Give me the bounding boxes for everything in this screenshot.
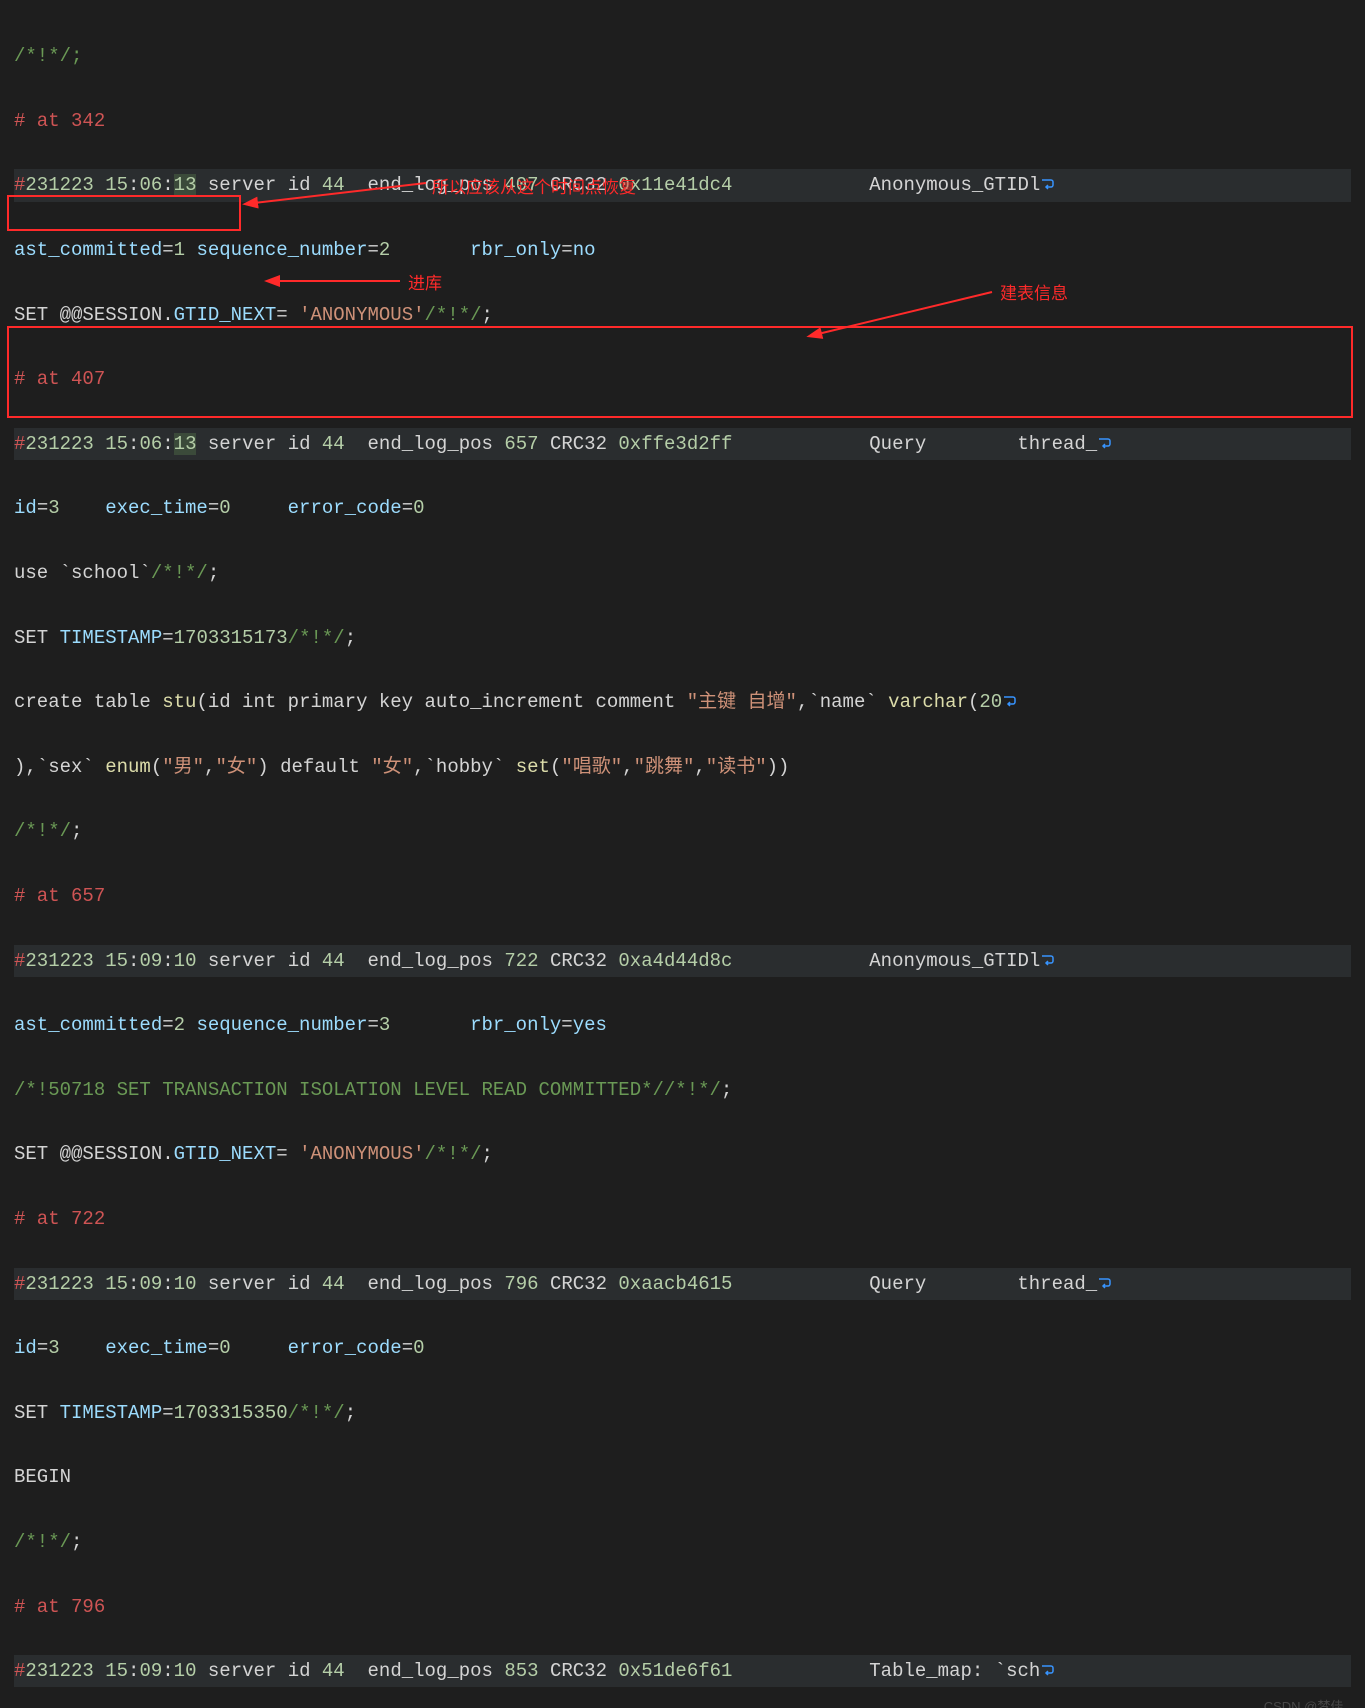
code-line: #231223 15:06:13 server id 44 end_log_po… [14,169,1351,201]
code-line: /*!50718 SET TRANSACTION ISOLATION LEVEL… [14,1074,1351,1106]
code-editor[interactable]: /*!*/; # at 342 #231223 15:06:13 server … [0,0,1365,1708]
code-line: SET TIMESTAMP=1703315350/*!*/; [14,1397,1351,1429]
wrap-icon [1002,694,1016,708]
code-line: # at 657 [14,880,1351,912]
code-line: ),`sex` enum("男","女") default "女",`hobby… [14,751,1351,783]
code-line: #231223 15:09:10 server id 44 end_log_po… [14,1268,1351,1300]
code-line: SET TIMESTAMP=1703315173/*!*/; [14,622,1351,654]
code-line: ast_committed=1 sequence_number=2 rbr_on… [14,234,1351,266]
code-line: # at 342 [14,105,1351,137]
code-line: BEGIN [14,1461,1351,1493]
code-line: # at 407 [14,363,1351,395]
code-line: # at 722 [14,1203,1351,1235]
code-line: /*!*/; [14,1526,1351,1558]
code-line: ast_committed=2 sequence_number=3 rbr_on… [14,1009,1351,1041]
code-line: SET @@SESSION.GTID_NEXT= 'ANONYMOUS'/*!*… [14,1138,1351,1170]
code-line: #231223 15:09:10 server id 44 end_log_po… [14,945,1351,977]
code-line: #231223 15:06:13 server id 44 end_log_po… [14,428,1351,460]
wrap-icon [1040,953,1054,967]
wrap-icon [1040,177,1054,191]
code-line: # at 796 [14,1591,1351,1623]
code-line: /*!*/; [14,815,1351,847]
code-line: /*!*/; [14,40,1351,72]
code-line: #231223 15:09:10 server id 44 end_log_po… [14,1655,1351,1687]
code-line: use `school`/*!*/; [14,557,1351,589]
wrap-icon [1040,1663,1054,1677]
wrap-icon [1097,1276,1111,1290]
wrap-icon [1097,436,1111,450]
code-line: id=3 exec_time=0 error_code=0 [14,1332,1351,1364]
code-line: SET @@SESSION.GTID_NEXT= 'ANONYMOUS'/*!*… [14,299,1351,331]
code-line: create table stu(id int primary key auto… [14,686,1351,718]
code-line: id=3 exec_time=0 error_code=0 [14,492,1351,524]
